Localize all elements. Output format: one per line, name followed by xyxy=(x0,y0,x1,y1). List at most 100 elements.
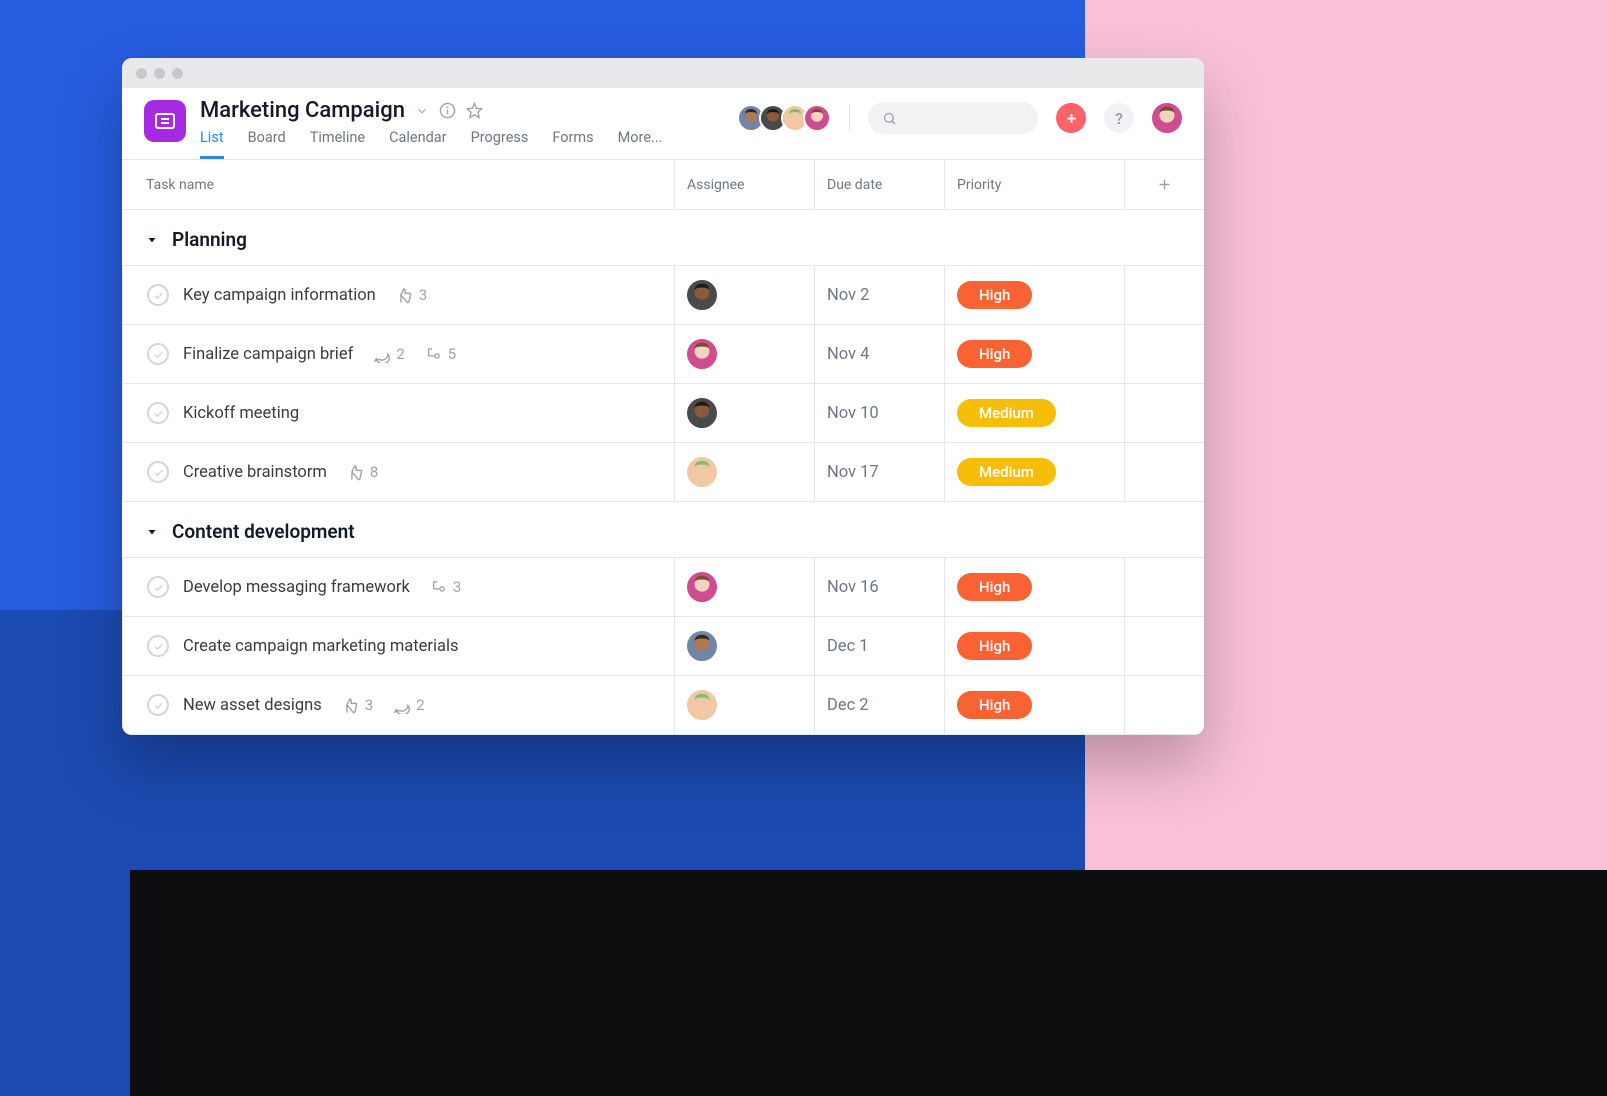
task-name: Creative brainstorm xyxy=(183,463,327,482)
assignee-cell[interactable] xyxy=(674,443,814,502)
priority-pill: High xyxy=(957,573,1032,601)
tab-more[interactable]: More... xyxy=(618,129,663,159)
caret-down-icon xyxy=(146,526,158,538)
task-row[interactable]: Develop messaging framework 3 xyxy=(122,558,674,617)
tab-bar: List Board Timeline Calendar Progress Forms Mo… xyxy=(200,129,737,159)
project-title[interactable]: Marketing Campaign xyxy=(200,98,405,123)
task-row[interactable]: Create campaign marketing materials xyxy=(122,617,674,676)
priority-pill: High xyxy=(957,340,1032,368)
window-dot xyxy=(154,68,165,79)
add-button[interactable] xyxy=(1056,103,1086,133)
collaborator-avatars[interactable] xyxy=(737,104,831,132)
divider xyxy=(849,104,850,132)
task-name: Develop messaging framework xyxy=(183,578,410,597)
priority-pill: Medium xyxy=(957,399,1056,427)
assignee-cell[interactable] xyxy=(674,325,814,384)
task-row[interactable]: Kickoff meeting xyxy=(122,384,674,443)
task-list-grid: Task name Assignee Due date Priority Pla… xyxy=(122,160,1204,735)
comment-count[interactable]: 2 xyxy=(373,345,404,363)
task-row[interactable]: Creative brainstorm 8 xyxy=(122,443,674,502)
priority-pill: High xyxy=(957,691,1032,719)
tab-board[interactable]: Board xyxy=(248,129,286,159)
complete-checkbox[interactable] xyxy=(147,343,169,365)
assignee-avatar xyxy=(687,398,717,428)
complete-checkbox[interactable] xyxy=(147,694,169,716)
tab-forms[interactable]: Forms xyxy=(552,129,593,159)
section-header[interactable]: Planning xyxy=(122,210,1204,266)
assignee-cell[interactable] xyxy=(674,384,814,443)
tab-progress[interactable]: Progress xyxy=(471,129,529,159)
task-name: Key campaign information xyxy=(183,286,376,305)
priority-cell[interactable]: High xyxy=(944,617,1124,676)
add-column-button[interactable] xyxy=(1124,160,1204,210)
priority-pill: High xyxy=(957,281,1032,309)
section-header[interactable]: Content development xyxy=(122,502,1204,558)
section-name: Content development xyxy=(172,520,355,543)
info-icon[interactable] xyxy=(439,102,456,119)
assignee-avatar xyxy=(687,339,717,369)
like-count[interactable]: 3 xyxy=(396,286,427,304)
plus-icon xyxy=(1064,111,1079,126)
complete-checkbox[interactable] xyxy=(147,635,169,657)
comment-count[interactable]: 2 xyxy=(393,696,424,714)
task-name: Kickoff meeting xyxy=(183,404,299,423)
search-input[interactable] xyxy=(868,102,1038,134)
chevron-down-icon[interactable] xyxy=(415,104,429,118)
column-header-assignee[interactable]: Assignee xyxy=(674,160,814,210)
task-name: Finalize campaign brief xyxy=(183,345,353,364)
complete-checkbox[interactable] xyxy=(147,402,169,424)
assignee-avatar xyxy=(687,690,717,720)
empty-cell xyxy=(1124,325,1204,384)
tab-calendar[interactable]: Calendar xyxy=(389,129,447,159)
task-row[interactable]: Finalize campaign brief 2 5 xyxy=(122,325,674,384)
tab-list[interactable]: List xyxy=(200,129,224,159)
priority-cell[interactable]: Medium xyxy=(944,443,1124,502)
collaborator-avatar[interactable] xyxy=(803,104,831,132)
like-count[interactable]: 3 xyxy=(342,696,373,714)
task-row[interactable]: Key campaign information 3 xyxy=(122,266,674,325)
assignee-cell[interactable] xyxy=(674,558,814,617)
bg-panel-black xyxy=(130,870,1607,1096)
app-window: Marketing Campaign List Board Timeline Cale… xyxy=(122,58,1204,735)
column-header-due[interactable]: Due date xyxy=(814,160,944,210)
subtask-count[interactable]: 3 xyxy=(430,578,461,596)
column-header-task[interactable]: Task name xyxy=(122,160,674,210)
priority-cell[interactable]: High xyxy=(944,266,1124,325)
me-avatar[interactable] xyxy=(1152,103,1182,133)
due-date-cell[interactable]: Nov 2 xyxy=(814,266,944,325)
help-button[interactable]: ? xyxy=(1104,103,1134,133)
complete-checkbox[interactable] xyxy=(147,284,169,306)
assignee-cell[interactable] xyxy=(674,266,814,325)
complete-checkbox[interactable] xyxy=(147,576,169,598)
empty-cell xyxy=(1124,676,1204,735)
priority-cell[interactable]: High xyxy=(944,558,1124,617)
due-date-cell[interactable]: Nov 17 xyxy=(814,443,944,502)
assignee-cell[interactable] xyxy=(674,617,814,676)
task-name: Create campaign marketing materials xyxy=(183,637,459,656)
window-dot xyxy=(172,68,183,79)
complete-checkbox[interactable] xyxy=(147,461,169,483)
plus-icon xyxy=(1156,176,1173,193)
priority-cell[interactable]: Medium xyxy=(944,384,1124,443)
priority-cell[interactable]: High xyxy=(944,676,1124,735)
assignee-avatar xyxy=(687,280,717,310)
empty-cell xyxy=(1124,558,1204,617)
subtask-count[interactable]: 5 xyxy=(425,345,456,363)
due-date-cell[interactable]: Nov 4 xyxy=(814,325,944,384)
due-date-cell[interactable]: Dec 2 xyxy=(814,676,944,735)
empty-cell xyxy=(1124,443,1204,502)
empty-cell xyxy=(1124,384,1204,443)
due-date-cell[interactable]: Nov 16 xyxy=(814,558,944,617)
tab-timeline[interactable]: Timeline xyxy=(310,129,365,159)
due-date-cell[interactable]: Dec 1 xyxy=(814,617,944,676)
priority-cell[interactable]: High xyxy=(944,325,1124,384)
like-count[interactable]: 8 xyxy=(347,463,378,481)
assignee-cell[interactable] xyxy=(674,676,814,735)
project-icon[interactable] xyxy=(144,100,186,142)
star-icon[interactable] xyxy=(466,102,483,119)
task-name: New asset designs xyxy=(183,696,322,715)
task-row[interactable]: New asset designs 3 2 xyxy=(122,676,674,735)
project-header: Marketing Campaign List Board Timeline Cale… xyxy=(122,88,1204,160)
due-date-cell[interactable]: Nov 10 xyxy=(814,384,944,443)
column-header-priority[interactable]: Priority xyxy=(944,160,1124,210)
